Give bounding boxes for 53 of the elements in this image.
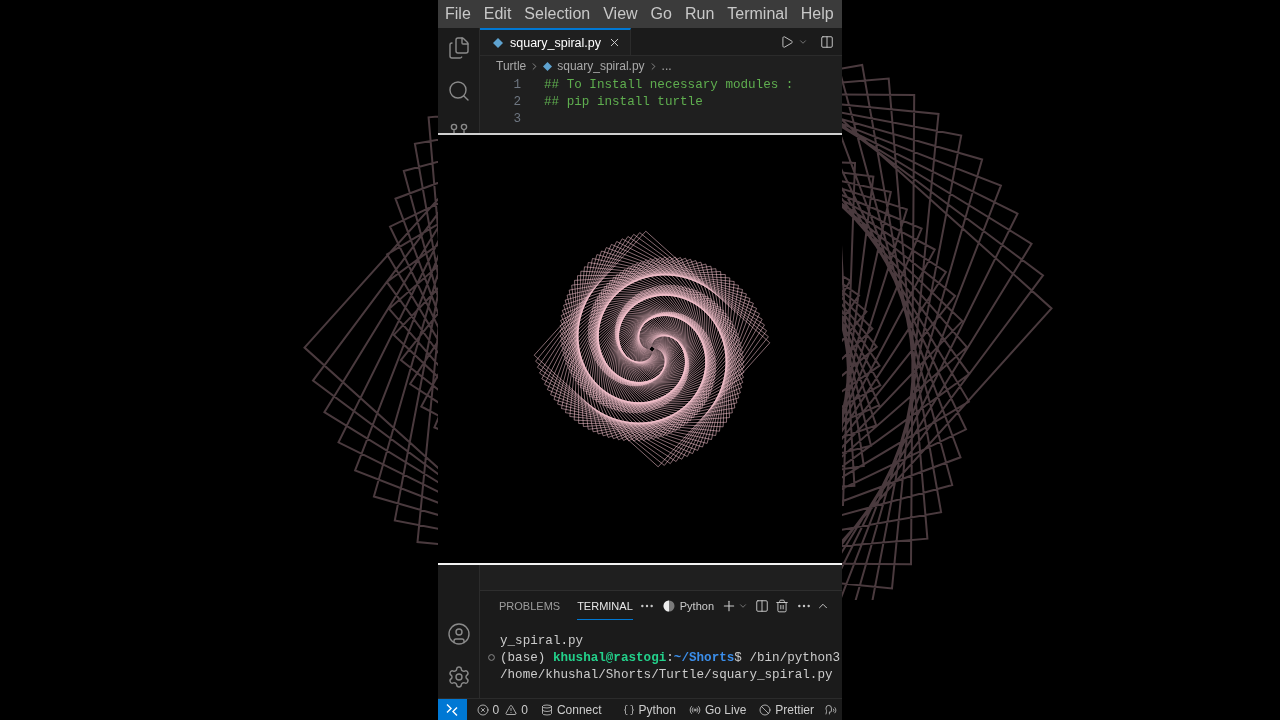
braces-icon [622,703,635,716]
person-speech-icon [825,703,837,716]
settings-icon[interactable] [446,665,471,689]
line-number: 3 [512,111,521,126]
split-icon[interactable] [755,598,769,613]
menu-item[interactable]: Selection [524,4,591,24]
breadcrumb-item[interactable]: ... [661,59,672,73]
status-item[interactable]: Python [617,699,681,720]
terminal-output: /home/khushal/Shorts/Turtle/squary_spiral.py [500,667,833,682]
account-icon[interactable] [446,622,471,646]
status-item[interactable]: Connect [535,699,607,720]
terminal-output: $ /bin/python3 [734,650,841,665]
status-item[interactable]: Go Live [683,699,752,720]
line-number: 1 [512,77,521,92]
panel-tab[interactable]: PROBLEMS [499,591,561,620]
line-number: 2 [512,94,521,109]
terminal-output: y_spiral.py [500,633,584,648]
remote-icon [445,702,460,717]
close-icon[interactable] [608,36,621,49]
menu-item[interactable]: Terminal [727,4,788,24]
menu-item[interactable]: Run [684,4,715,24]
remote-button[interactable] [438,699,467,720]
error-icon [476,703,489,716]
terminal-output: : [666,650,674,665]
files-icon[interactable] [446,36,471,60]
search-icon[interactable] [446,79,471,103]
menu-item[interactable]: View [603,4,638,24]
terminal-prompt-path: ~/Shorts [673,650,735,665]
breadcrumb-item[interactable]: Turtle [496,59,527,73]
status-item[interactable]: Prettier [754,699,819,720]
circle-slash-icon [759,703,772,716]
database-icon [540,703,553,716]
trash-icon[interactable] [775,598,789,613]
code-line: ## pip install turtle [544,94,703,109]
editor-tab[interactable]: squary_spiral.py [480,28,631,55]
split-icon[interactable] [820,34,834,49]
file-type-icon [493,37,503,48]
file-type-icon [543,61,553,71]
broadcast-icon [688,703,701,716]
play-icon[interactable] [780,34,794,49]
menu-item[interactable]: Go [650,4,672,24]
code-line: ## To Install necessary modules : [544,77,794,92]
terminal-profile-icon [662,599,675,612]
problems-button[interactable]: 0 0 [471,699,533,720]
breadcrumb-item[interactable]: squary_spiral.py [543,59,645,73]
menu-item[interactable]: File [445,4,471,24]
warning-icon [505,703,518,716]
menu-item[interactable]: Help [800,4,834,24]
terminal-profile-button[interactable]: Python [662,599,714,612]
menu-item[interactable]: Edit [483,4,512,24]
terminal-prompt-user: khushal@rastogi [552,650,667,665]
panel-tab[interactable]: TERMINAL [577,591,633,620]
terminal-output: (base) [500,650,547,665]
